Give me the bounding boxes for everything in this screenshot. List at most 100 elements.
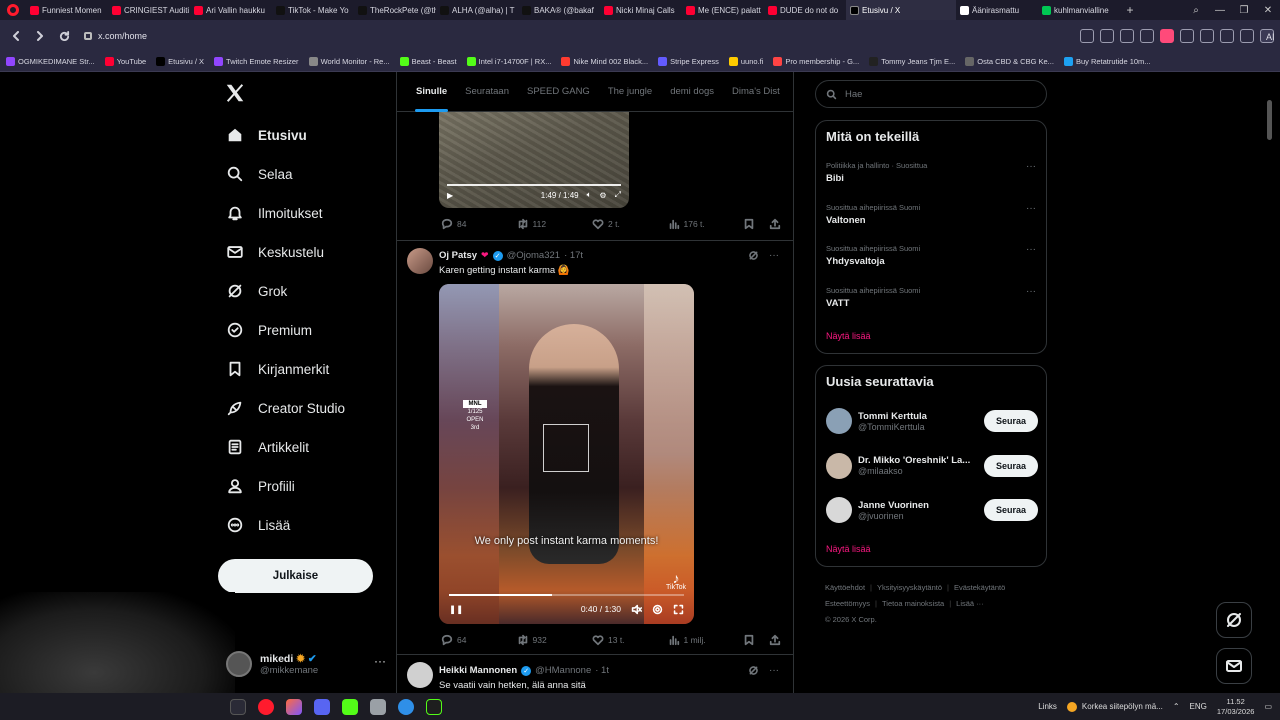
nav-item-more-circle[interactable]: Lisää [226,514,290,536]
settings-icon[interactable] [652,604,663,615]
browser-tab[interactable]: DUDE do not do [764,0,846,20]
opera-logo-icon[interactable] [0,0,26,20]
like-button[interactable]: 2 t. [592,218,668,230]
browser-tab[interactable]: kuhlmanvialline [1038,0,1120,20]
trend-item[interactable]: Suosittua aihepiirissä Suomi VATT ··· [826,286,1036,309]
new-tab-button[interactable]: + [1120,3,1140,17]
back-button[interactable] [6,26,26,46]
browser-tab[interactable]: TikTok - Make Yo [272,0,354,20]
bookmark-item[interactable]: Beast - Beast [399,57,457,66]
mute-icon[interactable] [631,604,642,615]
profile-icon[interactable] [1240,29,1254,43]
tweet-time[interactable]: · 17t [564,250,583,261]
browser-tab[interactable]: Funniest Momen [26,0,108,20]
edge-taskbar-icon[interactable] [398,698,414,715]
tweet-handle[interactable]: @Ojoma321 [507,250,560,261]
fullscreen-icon[interactable]: ⤢ [615,190,621,200]
views-button[interactable]: 1 milj. [668,634,744,646]
ai-button[interactable]: AI [1260,29,1275,43]
browser-tab[interactable]: TheRockPete (@th [354,0,436,20]
clock[interactable]: 11.52 17/03/2026 [1217,697,1255,717]
browser-tab[interactable]: Me (ENCE) palatt [682,0,764,20]
tweet-time[interactable]: · 1t [595,665,609,676]
task-view-icon[interactable] [230,698,246,715]
bookmark-item[interactable]: Pro membership - G... [773,57,859,66]
footer-link[interactable]: Yksityisyyskäytäntö [877,583,942,592]
share-icon[interactable] [1080,29,1094,43]
nav-item-rocket[interactable]: Creator Studio [226,397,345,419]
browser-tab[interactable]: Nicki Minaj Calls [600,0,682,20]
vpn-icon[interactable] [1120,29,1134,43]
nav-item-search[interactable]: Selaa [226,163,293,185]
nav-item-bell[interactable]: Ilmoitukset [226,202,323,224]
play-icon[interactable] [1140,29,1154,43]
more-icon[interactable]: ··· [374,654,386,668]
bookmark-item[interactable]: Nike Mind 002 Black... [561,57,648,66]
bookmark-item[interactable]: uuno.fi [728,57,763,66]
more-icon[interactable]: ··· [1026,286,1036,297]
more-icon[interactable]: ··· [769,250,779,261]
discord-taskbar-icon[interactable] [314,698,330,715]
links-toolbar[interactable]: Links [1038,702,1057,711]
reply-button[interactable]: 84 [441,218,517,230]
avatar[interactable] [826,408,852,434]
weather-widget[interactable]: Korkea siitepölyn mä... [1066,701,1163,712]
fullscreen-icon[interactable] [673,604,684,615]
timeline-tab[interactable]: demi dogs [661,72,723,112]
tab-active[interactable]: Etusivu / X [846,0,956,20]
follow-button[interactable]: Seuraa [983,410,1038,432]
settings-icon[interactable]: ⚙︎ [599,191,606,200]
opera-taskbar-icon[interactable] [258,698,274,715]
share-icon[interactable] [769,634,781,646]
volume-icon[interactable]: 🔈︎ [587,190,592,200]
timeline-tab[interactable]: Sinulle [407,72,456,112]
bookmark-item[interactable]: Buy Retatrutide 10m... [1063,57,1151,66]
bookmark-item[interactable]: Intel i7-14700F | RX... [466,57,551,66]
grok-fab-button[interactable] [1216,602,1252,638]
notifications-icon[interactable]: ▭ [1264,702,1272,711]
bookmark-item[interactable]: Tommy Jeans Tjm E... [869,57,955,66]
browser-tab[interactable]: Äänirasmattu [956,0,1038,20]
timeline-tab[interactable]: The jungle [599,72,661,112]
repost-button[interactable]: 112 [517,218,593,230]
reply-button[interactable]: 64 [441,634,517,646]
tray-chevron-icon[interactable]: ⌃ [1173,702,1180,711]
download-icon[interactable] [1180,29,1194,43]
bookmark-icon[interactable] [743,634,755,646]
kick-taskbar-icon[interactable] [342,698,358,715]
bookmark-item[interactable]: OGMIKEDIMANE Str... [6,57,95,66]
bookmark-item[interactable]: Etusivu / X [156,57,204,66]
footer-link[interactable]: Käyttöehdot [825,583,865,592]
nav-item-mail[interactable]: Keskustelu [226,241,324,263]
media-taskbar-icon[interactable] [426,698,442,715]
bookmark-item[interactable]: Stripe Express [658,57,719,66]
tweet-avatar[interactable] [407,248,433,274]
trend-item[interactable]: Suosittua aihepiirissä Suomi Yhdysvaltoja… [826,244,1036,267]
nav-item-premium[interactable]: Premium [226,319,312,341]
bookmark-item[interactable]: Twitch Emote Resizer [214,57,299,66]
footer-link[interactable]: Lisää ··· [956,599,984,608]
tweet-author[interactable]: Heikki Mannonen [439,665,517,676]
more-icon[interactable]: ··· [1026,203,1036,214]
timeline-tab[interactable]: Seurataan [456,72,518,112]
tweet-avatar[interactable] [407,662,433,688]
minimize-button[interactable]: — [1208,5,1232,16]
lang-indicator[interactable]: ENG [1190,702,1207,711]
views-button[interactable]: 176 t. [668,218,744,230]
maximize-button[interactable]: ❐ [1232,5,1256,16]
follow-suggestion[interactable]: Tommi Kerttula @TommiKerttula Seuraa [826,406,1038,436]
like-button[interactable]: 13 t. [592,634,668,646]
forward-button[interactable] [30,26,50,46]
browser-tab[interactable]: Ari Vallin haukku [190,0,272,20]
browser-tab[interactable]: CRINGIEST Auditi [108,0,190,20]
account-switcher[interactable]: mikedi ✹ ✔ @mikkemane ··· [226,646,386,682]
menu-icon[interactable] [1200,29,1214,43]
avatar[interactable] [826,497,852,523]
play-icon[interactable]: ▶ [447,191,453,200]
search-tabs-icon[interactable]: ⌕ [1184,5,1208,16]
timeline-tab[interactable]: SPEED GANG [518,72,599,112]
messages-fab-button[interactable] [1216,648,1252,684]
shield-taskbar-icon[interactable] [370,698,386,715]
show-more-link[interactable]: Näytä lisää [826,331,871,341]
bookmark-item[interactable]: Osta CBD & CBG Ke... [965,57,1054,66]
